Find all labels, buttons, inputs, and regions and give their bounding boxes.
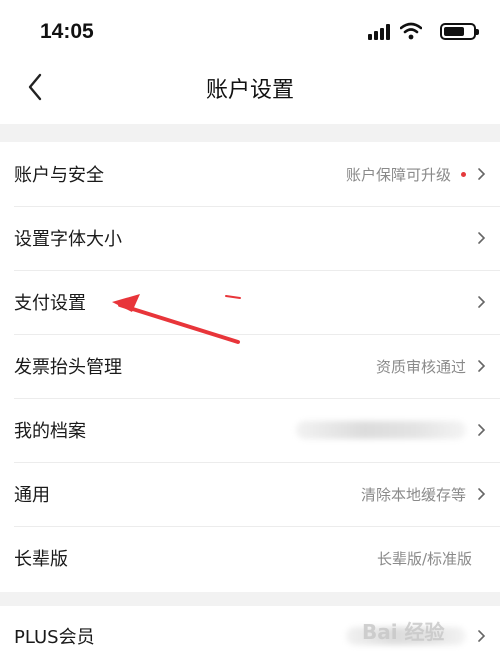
setting-label: 支付设置 xyxy=(14,293,86,314)
chevron-right-icon xyxy=(478,360,486,372)
page-title: 账户设置 xyxy=(205,78,294,103)
setting-elder-mode[interactable]: 长辈版 长辈版/标准版 xyxy=(0,526,500,590)
wifi-icon xyxy=(400,22,422,40)
setting-account-security[interactable]: 账户与安全 账户保障可升级 xyxy=(0,142,500,206)
setting-invoice-header[interactable]: 发票抬头管理 资质审核通过 xyxy=(0,334,500,398)
setting-label: 我的档案 xyxy=(14,421,86,442)
battery-icon xyxy=(440,23,479,40)
settings-list: 账户与安全 账户保障可升级 设置字体大小 支付设置 发票抬头管理 资质审核通过 … xyxy=(0,142,500,592)
status-time: 14:05 xyxy=(40,20,94,43)
signal-icon xyxy=(368,24,390,40)
setting-label: 账户与安全 xyxy=(14,165,104,186)
watermark: Bai 经验 xyxy=(362,620,445,644)
setting-label: 发票抬头管理 xyxy=(14,357,122,378)
setting-label: 通用 xyxy=(14,485,50,506)
setting-my-profile[interactable]: 我的档案 xyxy=(0,398,500,462)
setting-label: 长辈版 xyxy=(14,549,68,570)
setting-value: 账户保障可升级 xyxy=(345,165,451,184)
chevron-right-icon xyxy=(478,488,486,500)
redacted-value xyxy=(296,421,466,439)
chevron-right-icon xyxy=(478,168,486,180)
setting-label: 设置字体大小 xyxy=(14,229,122,250)
setting-payment[interactable]: 支付设置 xyxy=(0,270,500,334)
chevron-right-icon xyxy=(478,296,486,308)
setting-value: 长辈版/标准版 xyxy=(376,549,472,568)
setting-general[interactable]: 通用 清除本地缓存等 xyxy=(0,462,500,526)
notification-dot xyxy=(461,171,466,177)
setting-font-size[interactable]: 设置字体大小 xyxy=(0,206,500,270)
chevron-right-icon xyxy=(478,424,486,436)
setting-value: 资质审核通过 xyxy=(375,357,466,376)
setting-label: PLUS会员 xyxy=(14,627,95,648)
chevron-right-icon xyxy=(478,232,486,244)
top-bar: 14:05 账户设置 xyxy=(0,0,500,124)
setting-value: 清除本地缓存等 xyxy=(360,485,466,504)
chevron-right-icon xyxy=(478,630,486,642)
